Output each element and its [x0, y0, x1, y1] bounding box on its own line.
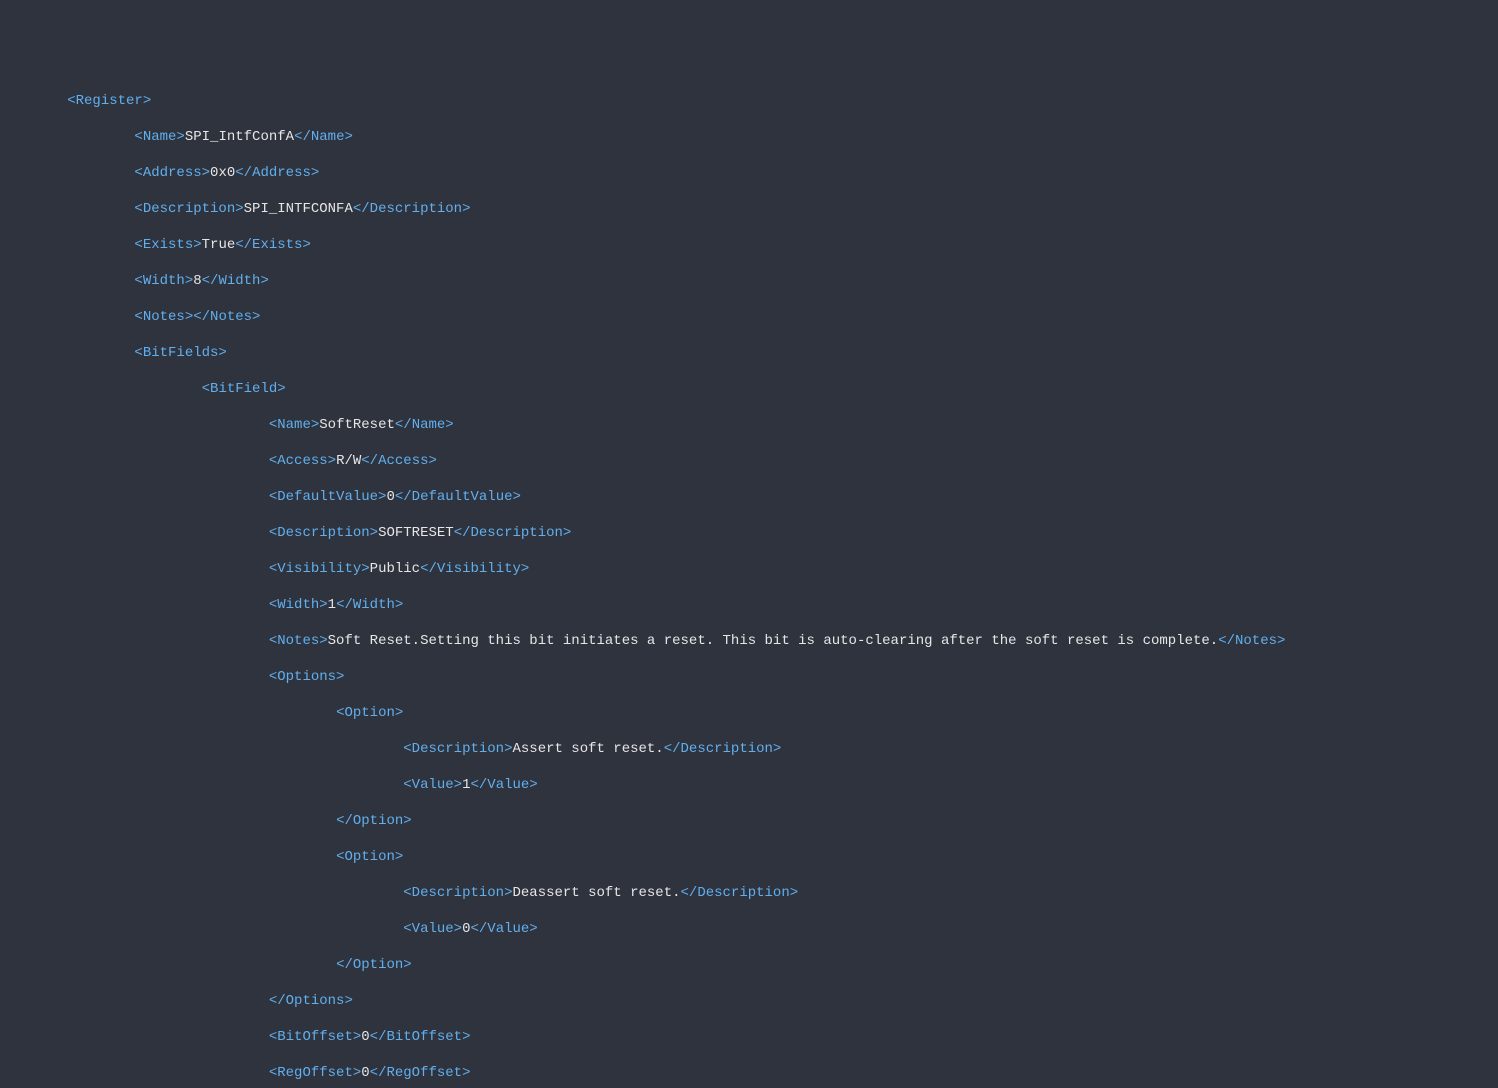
xml-tag: </Visibility> [420, 561, 529, 577]
xml-tag: <Visibility> [269, 561, 370, 577]
code-editor[interactable]: <Register> <Name>SPI_IntfConfA</Name> <A… [0, 72, 1498, 1088]
xml-tag: </Value> [470, 921, 537, 937]
code-line: <Description>Assert soft reset.</Descrip… [0, 740, 1498, 758]
xml-text: 1 [328, 597, 336, 613]
xml-tag: <BitFields> [134, 345, 226, 361]
code-line: <Notes></Notes> [0, 308, 1498, 326]
code-line: <Value>0</Value> [0, 920, 1498, 938]
xml-tag: <Address> [134, 165, 210, 181]
xml-text: SPI_INTFCONFA [244, 201, 353, 217]
xml-tag: </Address> [235, 165, 319, 181]
code-line: <Option> [0, 704, 1498, 722]
xml-text: Public [370, 561, 420, 577]
code-line: <BitFields> [0, 344, 1498, 362]
xml-tag: <DefaultValue> [269, 489, 387, 505]
code-line: <Address>0x0</Address> [0, 164, 1498, 182]
xml-text: 0 [361, 1065, 369, 1081]
xml-tag: <Description> [403, 741, 512, 757]
xml-tag: </Name> [294, 129, 353, 145]
xml-tag: </RegOffset> [370, 1065, 471, 1081]
xml-text: SPI_IntfConfA [185, 129, 294, 145]
code-line: </Options> [0, 992, 1498, 1010]
xml-tag: <Notes> [269, 633, 328, 649]
xml-tag: <BitOffset> [269, 1029, 361, 1045]
code-line: <DefaultValue>0</DefaultValue> [0, 488, 1498, 506]
xml-tag: </Options> [269, 993, 353, 1009]
xml-text: Deassert soft reset. [512, 885, 680, 901]
code-line: </Option> [0, 956, 1498, 974]
xml-text: R/W [336, 453, 361, 469]
code-line: <Name>SPI_IntfConfA</Name> [0, 128, 1498, 146]
code-line: <Description>SOFTRESET</Description> [0, 524, 1498, 542]
xml-text: 8 [193, 273, 201, 289]
code-line: <Notes>Soft Reset.Setting this bit initi… [0, 632, 1498, 650]
xml-tag: <Value> [403, 921, 462, 937]
code-line: <Option> [0, 848, 1498, 866]
code-line: <Register> [0, 92, 1498, 110]
code-line: <Exists>True</Exists> [0, 236, 1498, 254]
xml-tag: </Option> [336, 957, 412, 973]
xml-tag: </Name> [395, 417, 454, 433]
xml-tag: <Description> [134, 201, 243, 217]
xml-text: 0 [361, 1029, 369, 1045]
xml-tag: <Access> [269, 453, 336, 469]
xml-tag: <Description> [269, 525, 378, 541]
code-line: <Width>1</Width> [0, 596, 1498, 614]
code-line: <Options> [0, 668, 1498, 686]
xml-text: SoftReset [319, 417, 395, 433]
xml-tag: <Option> [336, 705, 403, 721]
code-line: </Option> [0, 812, 1498, 830]
xml-tag: </Notes> [193, 309, 260, 325]
xml-tag: <Description> [403, 885, 512, 901]
code-line: <RegOffset>0</RegOffset> [0, 1064, 1498, 1082]
code-line: <Description>SPI_INTFCONFA</Description> [0, 200, 1498, 218]
code-line: <Visibility>Public</Visibility> [0, 560, 1498, 578]
xml-tag: </Description> [681, 885, 799, 901]
code-line: <BitField> [0, 380, 1498, 398]
xml-tag: </Value> [470, 777, 537, 793]
xml-tag: </Description> [664, 741, 782, 757]
xml-tag: <Notes> [134, 309, 193, 325]
xml-text: SOFTRESET [378, 525, 454, 541]
xml-text: Soft Reset.Setting this bit initiates a … [328, 633, 1219, 649]
code-line: <Access>R/W</Access> [0, 452, 1498, 470]
code-line: <Value>1</Value> [0, 776, 1498, 794]
xml-tag: <Width> [269, 597, 328, 613]
xml-text: 0 [462, 921, 470, 937]
xml-tag: </Notes> [1218, 633, 1285, 649]
xml-tag: </BitOffset> [370, 1029, 471, 1045]
xml-text: Assert soft reset. [512, 741, 663, 757]
xml-tag: <Name> [134, 129, 184, 145]
xml-tag: <Register> [67, 93, 151, 109]
xml-tag: <BitField> [202, 381, 286, 397]
xml-tag: </Width> [336, 597, 403, 613]
xml-text: 1 [462, 777, 470, 793]
xml-tag: <Options> [269, 669, 345, 685]
xml-tag: <RegOffset> [269, 1065, 361, 1081]
code-line: <Name>SoftReset</Name> [0, 416, 1498, 434]
xml-text: True [202, 237, 236, 253]
xml-tag: <Width> [134, 273, 193, 289]
xml-tag: </Access> [361, 453, 437, 469]
xml-text: 0x0 [210, 165, 235, 181]
xml-tag: </DefaultValue> [395, 489, 521, 505]
code-line: <Description>Deassert soft reset.</Descr… [0, 884, 1498, 902]
xml-tag: </Exists> [235, 237, 311, 253]
xml-text: 0 [386, 489, 394, 505]
code-line: <BitOffset>0</BitOffset> [0, 1028, 1498, 1046]
xml-tag: <Option> [336, 849, 403, 865]
xml-tag: <Name> [269, 417, 319, 433]
xml-tag: </Option> [336, 813, 412, 829]
xml-tag: </Width> [202, 273, 269, 289]
xml-tag: </Description> [454, 525, 572, 541]
code-line: <Width>8</Width> [0, 272, 1498, 290]
xml-tag: <Value> [403, 777, 462, 793]
xml-tag: <Exists> [134, 237, 201, 253]
xml-tag: </Description> [353, 201, 471, 217]
